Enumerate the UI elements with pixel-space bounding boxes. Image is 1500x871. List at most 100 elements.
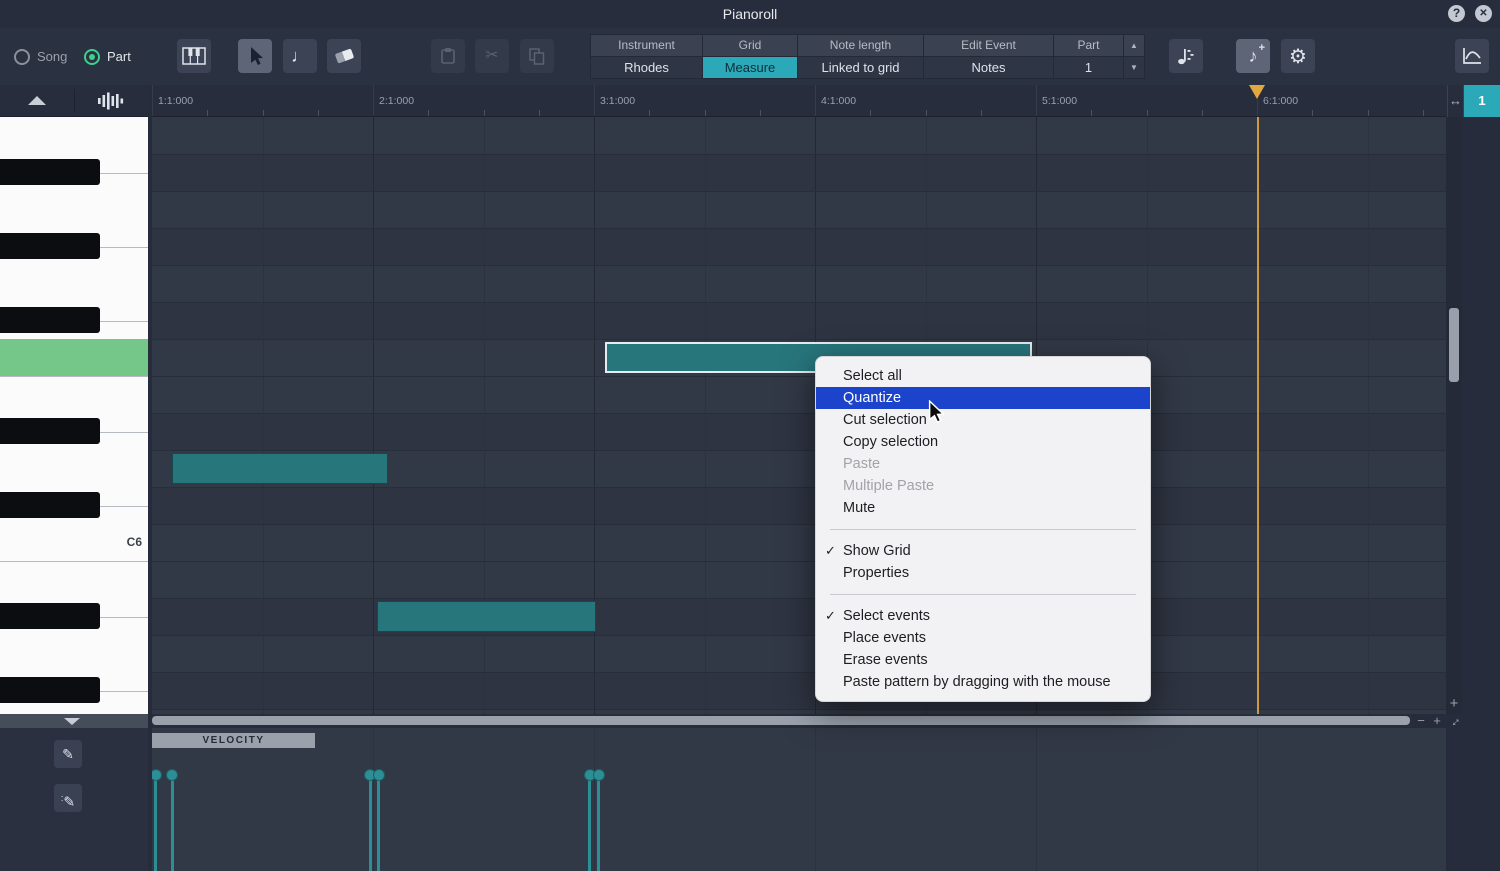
zoom-in-h-button[interactable]: + — [1430, 714, 1444, 728]
show-keyboard-button[interactable] — [177, 39, 211, 73]
pattern-page-indicator[interactable]: 1 — [1464, 85, 1500, 117]
keyboard-collapse-button[interactable] — [0, 714, 148, 728]
cut-button[interactable]: ✂ — [475, 39, 509, 73]
piano-keyboard: C6 — [0, 117, 148, 714]
piano-key-A5[interactable] — [0, 635, 148, 672]
menu-item-label: Multiple Paste — [843, 478, 934, 494]
midi-note-D6[interactable] — [172, 453, 389, 484]
velocity-lane[interactable]: VELOCITY — [152, 728, 1446, 871]
paste-button[interactable] — [431, 39, 465, 73]
menu-item-show-grid[interactable]: ✓Show Grid — [816, 540, 1150, 562]
note-grid[interactable] — [152, 117, 1446, 714]
part-spinner: ▲ ▼ — [1124, 35, 1144, 78]
quarter-note-icon: ♩ — [291, 47, 309, 65]
eraser-tool-button[interactable] — [327, 39, 361, 73]
select-tool-button[interactable] — [238, 39, 272, 73]
menu-item-label: Paste pattern by dragging with the mouse — [843, 674, 1111, 690]
piano-key-C6[interactable]: C6 — [0, 524, 148, 561]
add-note-button[interactable]: ♪ + — [1236, 39, 1270, 73]
edit-event-field-value[interactable]: Notes — [924, 57, 1054, 78]
piano-key-A6[interactable] — [0, 191, 148, 228]
velocity-stem[interactable] — [171, 775, 174, 871]
vertical-scrollbar-thumb[interactable] — [1449, 308, 1459, 382]
menu-item-mute[interactable]: Mute — [816, 497, 1150, 519]
zoom-out-h-button[interactable]: − — [1414, 714, 1428, 728]
velocity-stem[interactable] — [369, 775, 372, 871]
piano-key-E6[interactable] — [0, 376, 148, 413]
note-length-field-value[interactable]: Linked to grid — [798, 57, 924, 78]
expand-view-icon[interactable]: ↔ — [1446, 714, 1462, 728]
chevron-down-icon — [64, 718, 80, 725]
radio-circle-icon — [84, 49, 100, 65]
note-tool-button[interactable]: ♩ — [283, 39, 317, 73]
gear-icon: ⚙ — [1289, 44, 1307, 69]
playhead-line — [1257, 117, 1259, 714]
part-radio[interactable]: Part — [84, 48, 131, 65]
velocity-handle[interactable] — [166, 769, 178, 781]
horizontal-scrollbar-thumb[interactable] — [152, 716, 1410, 725]
menu-item-copy-selection[interactable]: Copy selection — [816, 431, 1150, 453]
timeline-ruler[interactable]: 1:1:0002:1:0003:1:0004:1:0005:1:0006:1:0… — [152, 85, 1446, 117]
menu-item-cut-selection[interactable]: Cut selection — [816, 409, 1150, 431]
scroll-up-button[interactable] — [28, 96, 46, 105]
help-icon[interactable]: ? — [1448, 5, 1465, 22]
menu-item-quantize[interactable]: Quantize — [816, 387, 1150, 409]
velocity-handle[interactable] — [373, 769, 385, 781]
midi-note-As5[interactable] — [377, 601, 596, 632]
fit-width-icon[interactable]: ↔ — [1447, 85, 1464, 117]
piano-key-F6[interactable] — [0, 339, 148, 376]
part-up-button[interactable]: ▲ — [1124, 35, 1144, 57]
part-field-value[interactable]: 1 — [1054, 57, 1124, 78]
draw-velocity-button[interactable]: ✎ — [54, 740, 82, 768]
song-radio[interactable]: Song — [14, 48, 67, 65]
zoom-in-button[interactable]: + — [1446, 695, 1462, 712]
part-down-button[interactable]: ▼ — [1124, 57, 1144, 78]
velocity-stem[interactable] — [588, 775, 591, 871]
menu-divider — [830, 594, 1136, 595]
grid-field-value[interactable]: Measure — [703, 57, 798, 78]
velocity-handle[interactable] — [593, 769, 605, 781]
menu-item-multiple-paste[interactable]: Multiple Paste — [816, 475, 1150, 497]
menu-item-select-all[interactable]: Select all — [816, 365, 1150, 387]
velocity-view-button[interactable] — [96, 91, 124, 116]
menu-item-label: Copy selection — [843, 434, 938, 450]
velocity-stem[interactable] — [154, 775, 157, 871]
menu-divider — [830, 529, 1136, 530]
menu-item-erase-events[interactable]: Erase events — [816, 649, 1150, 671]
octave-label: C6 — [127, 524, 142, 561]
part-field: Part 1 — [1054, 35, 1124, 78]
velocity-stem[interactable] — [377, 775, 380, 871]
black-key-cap — [0, 492, 100, 518]
menu-item-label: Cut selection — [843, 412, 927, 428]
close-icon[interactable]: ✕ — [1475, 5, 1492, 22]
part-radio-label: Part — [107, 49, 131, 64]
velocity-stem[interactable] — [597, 775, 600, 871]
velocity-ramp-button[interactable]: :✎ — [54, 784, 82, 812]
clipboard-icon — [440, 47, 456, 65]
quantize-button[interactable] — [1169, 39, 1203, 73]
piano-key-D6[interactable] — [0, 450, 148, 487]
radio-circle-icon — [14, 49, 30, 65]
ruler-label: 2:1:000 — [379, 95, 414, 107]
copy-button[interactable] — [520, 39, 554, 73]
menu-item-select-events[interactable]: ✓Select events — [816, 605, 1150, 627]
waveform-icon — [96, 91, 124, 111]
menu-item-paste[interactable]: Paste — [816, 453, 1150, 475]
instrument-field-value[interactable]: Rhodes — [591, 57, 703, 78]
piano-key-B6[interactable] — [0, 117, 148, 154]
vertical-scrollbar[interactable]: + — [1446, 117, 1462, 714]
velocity-handle[interactable] — [152, 769, 162, 781]
menu-item-label: Erase events — [843, 652, 928, 668]
menu-item-paste-pattern-by-dragging-with-the-mouse[interactable]: Paste pattern by dragging with the mouse — [816, 671, 1150, 693]
automation-view-button[interactable] — [1455, 39, 1489, 73]
piano-key-B5[interactable] — [0, 561, 148, 598]
note-length-field: Note length Linked to grid — [798, 35, 924, 78]
horizontal-scrollbar[interactable] — [152, 714, 1412, 728]
playhead-marker[interactable] — [1249, 85, 1265, 99]
menu-item-properties[interactable]: Properties — [816, 562, 1150, 584]
menu-item-label: Mute — [843, 500, 875, 516]
menu-item-place-events[interactable]: Place events — [816, 627, 1150, 649]
settings-button[interactable]: ⚙ — [1281, 39, 1315, 73]
eighth-note-icon: ♪ — [1249, 47, 1258, 65]
piano-key-G6[interactable] — [0, 265, 148, 302]
